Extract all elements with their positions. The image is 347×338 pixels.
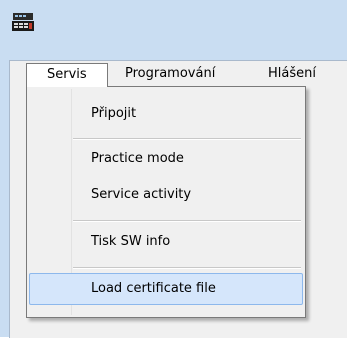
- menu-item-practice-mode[interactable]: Practice mode: [29, 144, 303, 174]
- menu-item-load-certificate-file[interactable]: Load certificate file: [29, 273, 303, 305]
- menu-hlaseni[interactable]: Hlášení: [262, 64, 322, 84]
- menu-item-tisk-sw-info[interactable]: Tisk SW info: [29, 227, 303, 257]
- menu-item-service-activity[interactable]: Service activity: [29, 180, 303, 210]
- cash-register-icon[interactable]: [12, 11, 34, 33]
- menu-servis[interactable]: Servis: [26, 63, 108, 87]
- servis-dropdown-menu: Připojit Practice mode Service activity …: [26, 86, 306, 318]
- menu-separator: [73, 220, 301, 222]
- menu-separator: [73, 267, 301, 269]
- menu-item-pripojit[interactable]: Připojit: [29, 99, 303, 129]
- application-window: Servis Programování Hlášení Připojit Pra…: [0, 0, 347, 338]
- menu-programovani[interactable]: Programování: [119, 64, 221, 84]
- menu-separator: [73, 138, 301, 140]
